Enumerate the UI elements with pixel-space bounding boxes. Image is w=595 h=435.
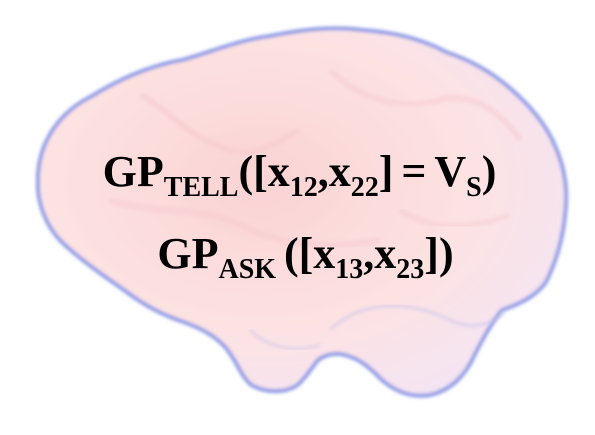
brain-silhouette	[36, 26, 569, 398]
gp-ask-subscript: ASK	[218, 253, 277, 285]
gp-tell-close: )	[481, 147, 497, 196]
gp-tell-comma: ,	[317, 147, 329, 196]
gp-tell-subscript: TELL	[163, 171, 239, 203]
gp-ask-comma: ,	[363, 229, 375, 278]
gp-ask-x1: x	[313, 229, 336, 278]
brain-illustration	[0, 0, 595, 435]
gp-tell-x1-subscript: 12	[289, 171, 318, 203]
gp-tell-open: ([	[238, 147, 268, 196]
brain-outline	[36, 26, 569, 398]
gp-tell-value: V	[434, 147, 467, 196]
gp-tell-x2-subscript: 22	[350, 171, 379, 203]
gp-ask-name: GP	[157, 229, 219, 278]
gp-ask-close: ])	[424, 229, 454, 278]
gp-tell-formula: GPTELL([x12,x22] = VS)	[2, 147, 595, 202]
gp-ask-open: ([	[283, 229, 314, 278]
gp-tell-x1: x	[267, 147, 290, 196]
gp-ask-formula: GPASK ([x13,x23])	[8, 229, 595, 284]
gp-ask-x2-subscript: 23	[396, 253, 425, 285]
gp-tell-value-subscript: S	[466, 171, 482, 203]
gp-ask-x2: x	[374, 229, 397, 278]
gp-tell-x2: x	[328, 147, 351, 196]
gp-tell-equals: =	[401, 147, 427, 196]
gp-tell-name: GP	[102, 147, 164, 196]
gp-tell-close-bracket: ]	[378, 147, 394, 196]
gp-ask-x1-subscript: 13	[335, 253, 364, 285]
